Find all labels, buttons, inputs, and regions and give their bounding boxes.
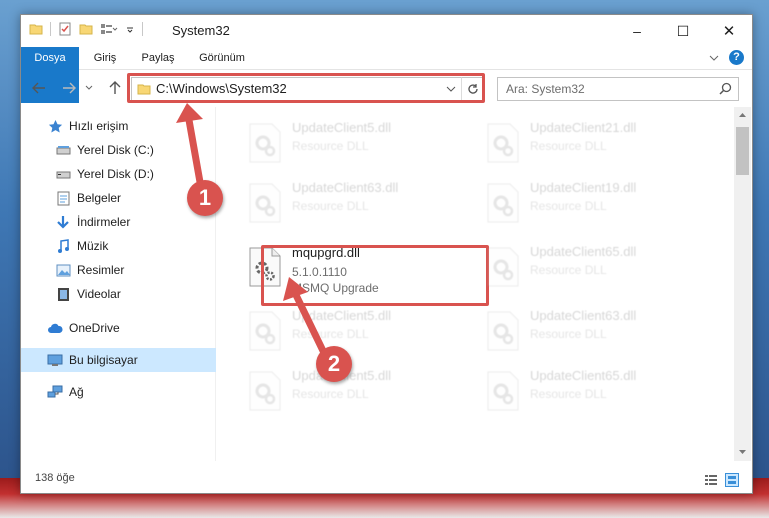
callout-step-1: 1: [187, 180, 223, 216]
arrow-to-mqupgrd-file: [283, 277, 329, 359]
explorer-window: System32 – ☐ ✕ Dosya Giriş Paylaş Görünü…: [20, 14, 753, 494]
callout-step-2: 2: [316, 346, 352, 382]
annotation-arrows: [176, 103, 329, 359]
